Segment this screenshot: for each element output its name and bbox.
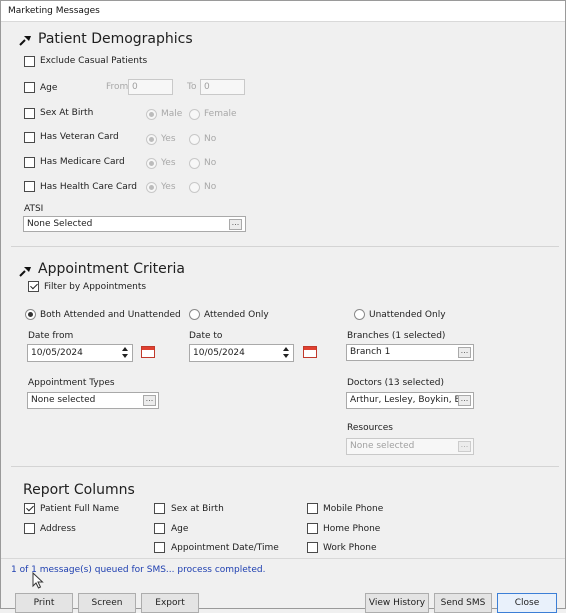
sex-female-label: Female [204, 109, 237, 119]
col-sex-at-birth-label: Sex at Birth [171, 504, 224, 514]
healthcare-label: Has Health Care Card [40, 182, 138, 192]
col-age-checkbox[interactable] [154, 523, 165, 534]
age-from-label: From [106, 82, 129, 92]
export-button[interactable]: Export [141, 593, 199, 613]
doctors-label: Doctors (13 selected) [347, 378, 444, 388]
branches-label: Branches (1 selected) [347, 331, 446, 341]
radio-unattended-only[interactable] [354, 309, 365, 320]
age-to-input[interactable]: 0 [200, 79, 245, 95]
healthcare-yes-label: Yes [161, 182, 176, 192]
appointment-types-browse-button[interactable]: ... [143, 395, 156, 406]
col-appt-datetime-checkbox[interactable] [154, 542, 165, 553]
medicare-label: Has Medicare Card [40, 157, 125, 167]
appointment-types-field[interactable]: None selected [27, 392, 159, 409]
filter-by-appointments-checkbox[interactable] [28, 281, 39, 292]
collapse-pin-icon-appointments[interactable] [19, 263, 33, 277]
veteran-checkbox[interactable] [24, 132, 35, 143]
healthcare-no-radio[interactable] [189, 182, 200, 193]
veteran-yes-radio[interactable] [146, 134, 157, 145]
veteran-label: Has Veteran Card [40, 132, 119, 142]
atsi-field[interactable]: None Selected [23, 216, 246, 232]
col-address-label: Address [40, 524, 76, 534]
col-mobile-phone-checkbox[interactable] [307, 503, 318, 514]
date-to-label: Date to [189, 331, 223, 341]
status-divider [1, 558, 565, 559]
col-age-label: Age [171, 524, 189, 534]
date-to-spinner[interactable] [279, 344, 293, 362]
doctors-field[interactable]: Arthur, Lesley, Boykin, E [346, 392, 474, 409]
send-sms-button[interactable]: Send SMS [434, 593, 492, 613]
print-button[interactable]: Print [15, 593, 73, 613]
view-history-button[interactable]: View History [365, 593, 429, 613]
radio-unattended-label: Unattended Only [369, 310, 446, 320]
radio-both-attended[interactable] [25, 309, 36, 320]
col-mobile-phone-label: Mobile Phone [323, 504, 384, 514]
title-bar: Marketing Messages [1, 1, 565, 22]
veteran-no-label: No [204, 134, 217, 144]
appointment-types-label: Appointment Types [28, 378, 115, 388]
branches-browse-button[interactable]: ... [458, 347, 471, 358]
atsi-label: ATSI [24, 204, 44, 214]
section-title-demographics: Patient Demographics [38, 31, 193, 47]
age-checkbox[interactable] [24, 82, 35, 93]
healthcare-yes-radio[interactable] [146, 182, 157, 193]
window-title: Marketing Messages [8, 6, 100, 16]
sex-male-label: Male [161, 109, 183, 119]
collapse-pin-icon[interactable] [19, 32, 33, 46]
section-title-report-columns: Report Columns [23, 482, 135, 498]
exclude-casual-label: Exclude Casual Patients [40, 56, 148, 66]
col-work-phone-label: Work Phone [323, 543, 377, 553]
status-message: 1 of 1 message(s) queued for SMS... proc… [11, 565, 266, 575]
veteran-no-radio[interactable] [189, 134, 200, 145]
col-home-phone-checkbox[interactable] [307, 523, 318, 534]
radio-both-label: Both Attended and Unattended [40, 310, 181, 320]
close-button[interactable]: Close [497, 593, 557, 613]
medicare-no-label: No [204, 158, 217, 168]
col-patient-full-name-checkbox[interactable] [24, 503, 35, 514]
sex-female-radio[interactable] [189, 109, 200, 120]
healthcare-checkbox[interactable] [24, 181, 35, 192]
sex-checkbox[interactable] [24, 108, 35, 119]
age-from-input[interactable]: 0 [128, 79, 173, 95]
col-sex-at-birth-checkbox[interactable] [154, 503, 165, 514]
col-appt-datetime-label: Appointment Date/Time [171, 543, 279, 553]
spin-up-icon [283, 347, 289, 351]
sex-label: Sex At Birth [40, 108, 94, 118]
resources-browse-button[interactable]: ... [458, 441, 471, 452]
col-home-phone-label: Home Phone [323, 524, 381, 534]
date-from-label: Date from [28, 331, 74, 341]
resources-field[interactable]: None selected [346, 438, 474, 455]
col-patient-full-name-label: Patient Full Name [40, 504, 120, 514]
col-work-phone-checkbox[interactable] [307, 542, 318, 553]
medicare-checkbox[interactable] [24, 157, 35, 168]
branches-field[interactable]: Branch 1 [346, 344, 474, 361]
medicare-yes-label: Yes [161, 158, 176, 168]
medicare-yes-radio[interactable] [146, 158, 157, 169]
date-from-spinner[interactable] [118, 344, 132, 362]
date-to-calendar-icon[interactable] [303, 346, 317, 358]
veteran-yes-label: Yes [161, 134, 176, 144]
col-address-checkbox[interactable] [24, 523, 35, 534]
marketing-messages-window: Marketing Messages Patient Demographics … [0, 0, 566, 613]
age-label: Age [40, 83, 58, 93]
appointment-criteria-group [11, 271, 559, 467]
sex-male-radio[interactable] [146, 109, 157, 120]
mouse-cursor-icon [32, 571, 46, 590]
screen-button[interactable]: Screen [78, 593, 136, 613]
exclude-casual-checkbox[interactable] [24, 56, 35, 67]
age-to-label: To [187, 82, 197, 92]
doctors-browse-button[interactable]: ... [458, 395, 471, 406]
spin-down-icon [122, 354, 128, 358]
spin-down-icon [283, 354, 289, 358]
filter-by-appointments-label: Filter by Appointments [44, 282, 147, 292]
spin-up-icon [122, 347, 128, 351]
section-title-appointments: Appointment Criteria [38, 261, 185, 277]
resources-label: Resources [347, 423, 393, 433]
radio-attended-only[interactable] [189, 309, 200, 320]
radio-attended-label: Attended Only [204, 310, 269, 320]
healthcare-no-label: No [204, 182, 217, 192]
atsi-browse-button[interactable]: ... [229, 219, 242, 230]
medicare-no-radio[interactable] [189, 158, 200, 169]
date-from-calendar-icon[interactable] [141, 346, 155, 358]
